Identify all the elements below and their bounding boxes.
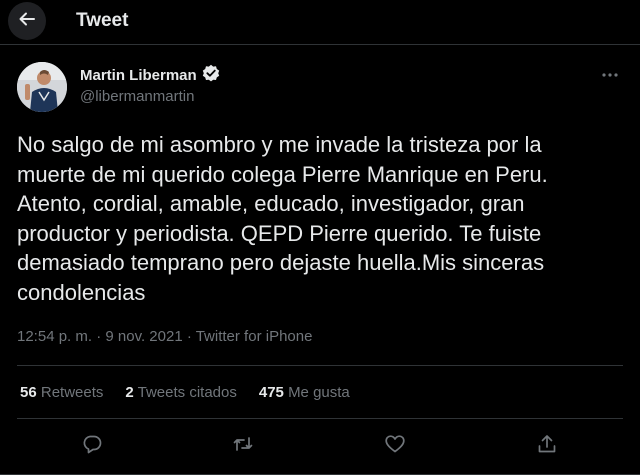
reply-icon (81, 433, 103, 460)
quotes-stat[interactable]: 2 Tweets citados (125, 384, 236, 401)
author-name[interactable]: Martin Liberman (80, 67, 197, 84)
retweets-stat[interactable]: 56 Retweets (20, 384, 103, 401)
action-bar (0, 430, 640, 462)
author-handle[interactable]: @libermanmartin (80, 88, 194, 105)
likes-stat[interactable]: 475 Me gusta (259, 384, 350, 401)
retweet-icon (232, 433, 254, 460)
stats-divider (17, 418, 623, 419)
tweet-meta: 12:54 p. m. · 9 nov. 2021 · Twitter for … (17, 328, 312, 345)
meta-divider (17, 365, 623, 366)
quotes-count: 2 (125, 384, 134, 401)
tweet-text: No salgo de mi asombro y me invade la tr… (17, 132, 548, 305)
verified-badge-icon (202, 64, 220, 87)
retweet-button[interactable] (231, 434, 255, 458)
retweets-label: Retweets (40, 384, 104, 401)
like-button[interactable] (383, 434, 407, 458)
more-dots-icon (601, 65, 619, 83)
author-name-row: Martin Liberman (80, 64, 220, 87)
more-options-button[interactable] (598, 64, 622, 84)
heart-icon (384, 433, 406, 460)
tweet-source[interactable]: Twitter for iPhone (196, 328, 313, 345)
quotes-label: Tweets citados (137, 384, 237, 401)
header-divider (0, 44, 640, 45)
share-button[interactable] (535, 434, 559, 458)
retweets-count: 56 (20, 384, 37, 401)
top-bar: Tweet (0, 0, 640, 44)
reply-button[interactable] (80, 434, 104, 458)
avatar[interactable] (17, 62, 67, 112)
likes-count: 475 (258, 384, 284, 401)
share-icon (536, 433, 558, 460)
engagement-stats: 56 Retweets 2 Tweets citados 475 Me gust… (20, 384, 350, 401)
back-button[interactable] (8, 2, 46, 40)
tweet-timestamp[interactable]: 12:54 p. m. · 9 nov. 2021 · (17, 328, 196, 345)
arrow-left-icon (17, 9, 37, 34)
page-title: Tweet (76, 10, 129, 31)
likes-label: Me gusta (288, 384, 350, 401)
